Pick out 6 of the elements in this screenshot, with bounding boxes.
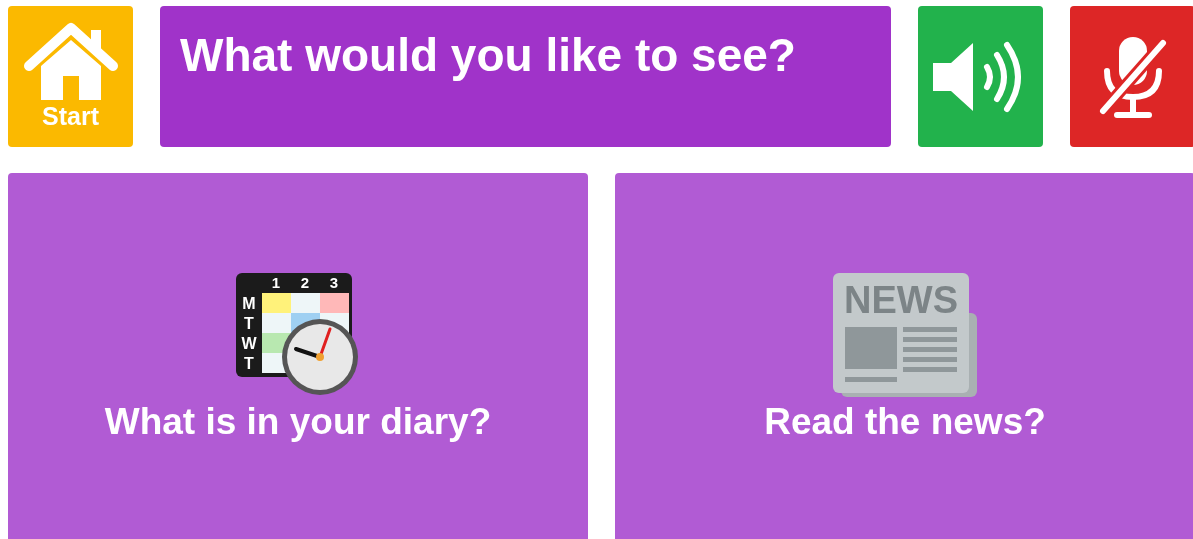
microphone-button[interactable] — [1070, 6, 1193, 147]
topic-card[interactable]: 1 2 3 M T W T What is in your diary? — [8, 173, 588, 539]
topic-card[interactable]: NEWS Read the news? — [615, 173, 1193, 539]
house-icon — [22, 22, 119, 100]
speaker-button[interactable] — [918, 6, 1043, 147]
prompt-heading: What would you like to see? — [160, 6, 891, 147]
